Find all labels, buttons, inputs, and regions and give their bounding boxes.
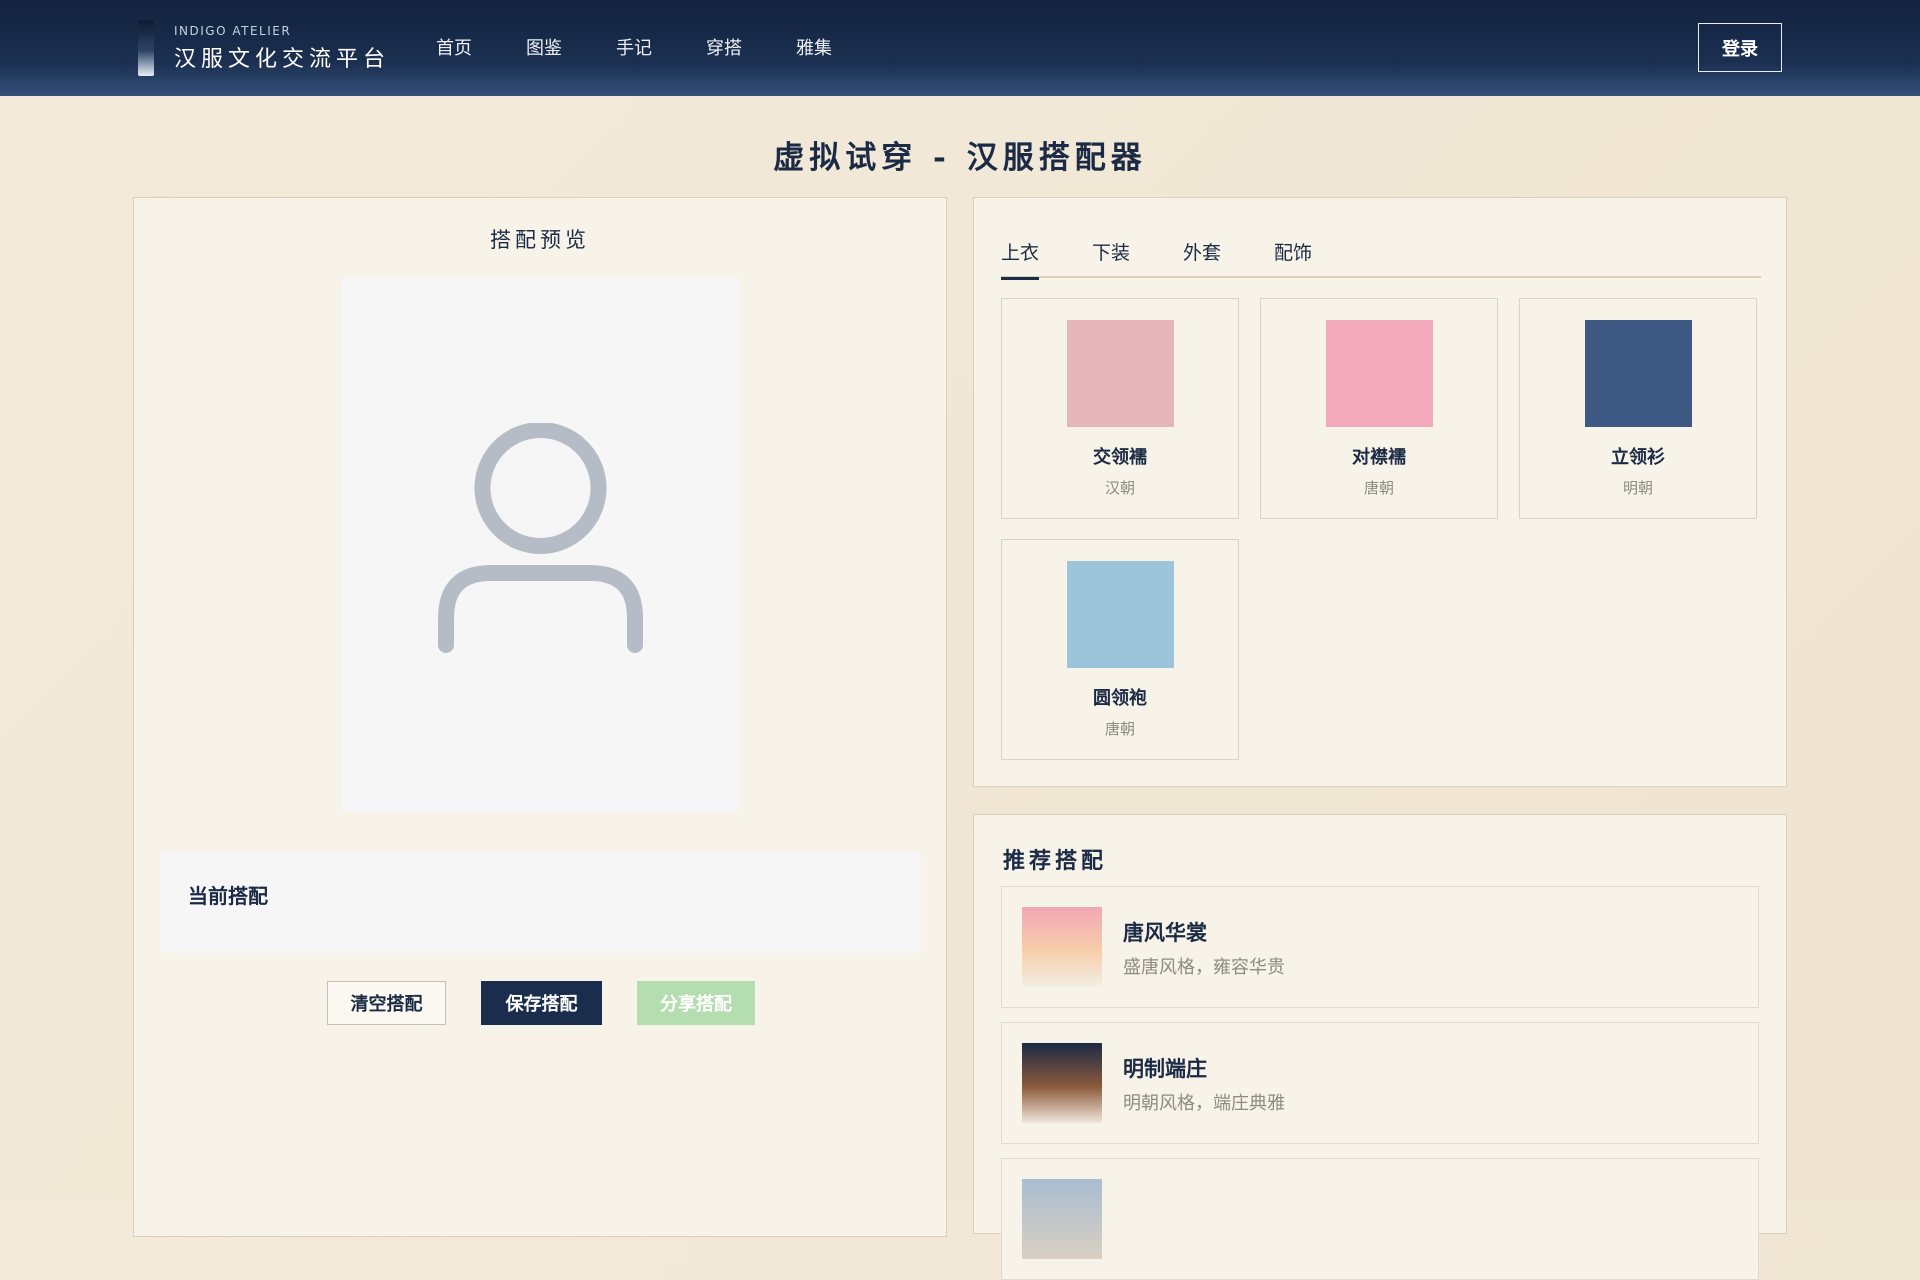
logo-mark <box>138 20 154 76</box>
recommend-name: 明制端庄 <box>1123 1057 1207 1081</box>
avatar-preview <box>341 278 740 812</box>
tab-outerwear[interactable]: 外套 <box>1183 238 1221 278</box>
recommend-thumbnail <box>1022 1043 1102 1123</box>
garment-era: 汉朝 <box>1104 479 1135 497</box>
garment-name: 立领衫 <box>1611 447 1665 468</box>
nav-gatherings[interactable]: 雅集 <box>796 34 832 60</box>
tab-bottoms[interactable]: 下装 <box>1092 238 1130 278</box>
garment-name: 圆领袍 <box>1093 688 1147 709</box>
login-button[interactable]: 登录 <box>1698 23 1782 72</box>
recommend-thumbnail <box>1022 907 1102 987</box>
recommend-desc: 盛唐风格，雍容华贵 <box>1123 957 1285 978</box>
recommend-card[interactable]: 唐风华裳 盛唐风格，雍容华贵 <box>1001 886 1759 1008</box>
nav-home[interactable]: 首页 <box>436 34 472 60</box>
garment-era: 唐朝 <box>1104 720 1135 738</box>
garment-swatch <box>1585 320 1692 427</box>
nav-notes[interactable]: 手记 <box>616 34 652 60</box>
garment-card[interactable]: 圆领袍 唐朝 <box>1001 539 1239 760</box>
page-title: 虚拟试穿 - 汉服搭配器 <box>773 140 1147 176</box>
category-tabs: 上衣 下装 外套 配饰 <box>1001 238 1761 280</box>
current-outfit-label: 当前搭配 <box>188 884 268 908</box>
logo-chinese-text: 汉服文化交流平台 <box>174 47 391 72</box>
garment-swatch <box>1326 320 1433 427</box>
top-navbar: INDIGO ATELIER 汉服文化交流平台 首页 图鉴 手记 穿搭 雅集 登… <box>0 0 1920 96</box>
garment-name: 对襟襦 <box>1352 447 1406 468</box>
garment-era: 唐朝 <box>1363 479 1394 497</box>
garment-card[interactable]: 对襟襦 唐朝 <box>1260 298 1498 519</box>
save-outfit-button[interactable]: 保存搭配 <box>481 981 602 1025</box>
garment-card[interactable]: 立领衫 明朝 <box>1519 298 1757 519</box>
garment-swatch <box>1067 561 1174 668</box>
recommend-card[interactable]: 明制端庄 明朝风格，端庄典雅 <box>1001 1022 1759 1144</box>
garment-swatch <box>1067 320 1174 427</box>
logo-english-text: INDIGO ATELIER <box>174 24 292 38</box>
wardrobe-panel: 上衣 下装 外套 配饰 交领襦 汉朝 对襟襦 唐朝 立领衫 明朝 圆领袍 唐朝 <box>973 197 1787 787</box>
clear-outfit-button[interactable]: 清空搭配 <box>327 981 446 1025</box>
recommend-card-partial[interactable] <box>1001 1158 1759 1280</box>
nav-outfits[interactable]: 穿搭 <box>706 34 742 60</box>
garment-card[interactable]: 交领襦 汉朝 <box>1001 298 1239 519</box>
nav-catalog[interactable]: 图鉴 <box>526 34 562 60</box>
preview-title: 搭配预览 <box>490 228 590 252</box>
tab-tops[interactable]: 上衣 <box>1001 238 1040 280</box>
recommend-panel: 推荐搭配 唐风华裳 盛唐风格，雍容华贵 明制端庄 明朝风格，端庄典雅 <box>973 814 1787 1280</box>
preview-panel: 搭配预览 当前搭配 清空搭配 保存搭配 分享搭配 <box>133 197 947 1237</box>
share-outfit-button[interactable]: 分享搭配 <box>637 981 755 1025</box>
recommend-title: 推荐搭配 <box>1003 849 1108 874</box>
user-icon <box>438 423 643 653</box>
tab-accessories[interactable]: 配饰 <box>1274 238 1312 278</box>
current-outfit-box: 当前搭配 <box>161 851 921 953</box>
main-nav: 首页 图鉴 手记 穿搭 雅集 <box>436 34 886 60</box>
garment-name: 交领襦 <box>1093 447 1147 468</box>
recommend-name: 唐风华裳 <box>1123 921 1207 945</box>
garment-era: 明朝 <box>1622 479 1653 497</box>
recommend-thumbnail <box>1022 1179 1102 1259</box>
recommend-desc: 明朝风格，端庄典雅 <box>1123 1093 1285 1114</box>
